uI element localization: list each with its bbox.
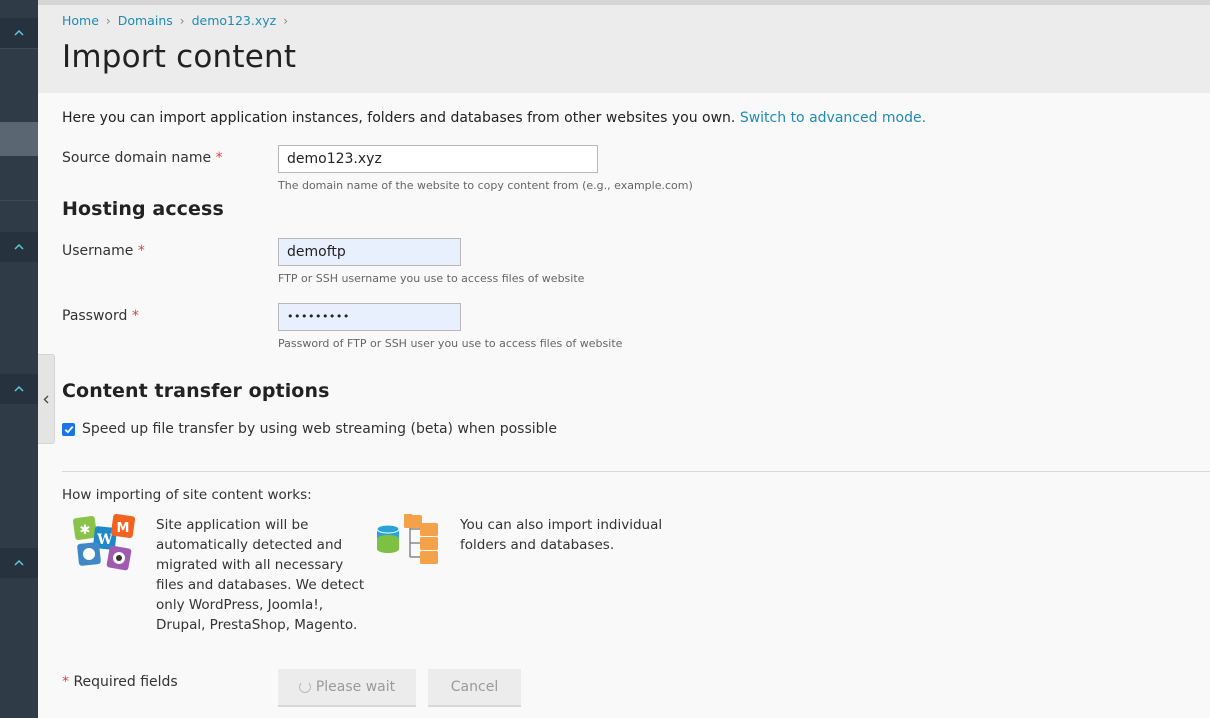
username-hint: FTP or SSH username you use to access fi…	[278, 272, 585, 285]
breadcrumb-domains[interactable]: Domains	[118, 13, 173, 28]
cancel-button[interactable]: Cancel	[428, 669, 521, 707]
rail-divider	[0, 200, 38, 201]
hosting-access-heading: Hosting access	[62, 198, 224, 220]
password-input[interactable]: •••••••••	[278, 303, 461, 331]
password-label: Password *	[62, 308, 139, 324]
required-fields-note: * Required fields	[62, 674, 178, 690]
advanced-mode-link[interactable]: Switch to advanced mode.	[740, 110, 926, 126]
left-nav-rail	[0, 0, 38, 718]
checkmark-icon	[64, 426, 73, 434]
nav-item-selected[interactable]	[0, 122, 38, 156]
collapse-section-button[interactable]	[0, 374, 38, 404]
required-asterisk: *	[215, 150, 223, 166]
password-hint: Password of FTP or SSH user you use to a…	[278, 337, 623, 350]
source-domain-hint: The domain name of the website to copy c…	[278, 179, 693, 192]
cms-apps-icon: ✱ W M	[72, 513, 136, 571]
chevron-right-icon: ›	[283, 13, 289, 28]
collapse-section-button[interactable]	[0, 548, 38, 578]
chevron-right-icon: ›	[105, 13, 111, 28]
spinner-icon	[298, 681, 311, 693]
source-domain-label: Source domain name *	[62, 150, 223, 166]
apps-description: Site application will be automatically d…	[156, 517, 365, 633]
breadcrumb-home[interactable]: Home	[62, 13, 99, 28]
page-title: Import content	[62, 39, 297, 75]
chevron-right-icon: ›	[179, 13, 185, 28]
chevron-up-icon	[14, 385, 24, 392]
page-header: Home › Domains › demo123.xyz › Import co…	[38, 0, 1210, 93]
username-input[interactable]: demoftp	[278, 238, 461, 266]
required-asterisk: *	[62, 674, 69, 690]
folders-databases-icon	[376, 514, 438, 564]
intro-text: Here you can import application instance…	[62, 110, 926, 126]
intro-description: Here you can import application instance…	[62, 110, 736, 126]
collapse-section-button[interactable]	[0, 232, 38, 262]
breadcrumb: Home › Domains › demo123.xyz ›	[62, 13, 295, 28]
rail-divider	[0, 48, 38, 49]
chevron-left-icon	[43, 395, 49, 403]
streaming-checkbox-label[interactable]: Speed up file transfer by using web stre…	[82, 421, 557, 437]
required-asterisk: *	[131, 308, 139, 324]
how-it-works-title: How importing of site content works:	[62, 487, 312, 503]
svg-text:✱: ✱	[80, 523, 91, 538]
sidebar-collapse-handle[interactable]	[38, 354, 55, 444]
chevron-up-icon	[14, 559, 24, 566]
svg-text:M: M	[117, 521, 130, 536]
section-divider	[62, 471, 1210, 472]
collapse-section-button[interactable]	[0, 18, 38, 48]
username-label: Username *	[62, 243, 145, 259]
breadcrumb-domain[interactable]: demo123.xyz	[192, 13, 277, 28]
required-asterisk: *	[137, 243, 145, 259]
transfer-options-heading: Content transfer options	[62, 380, 330, 402]
source-domain-input[interactable]: demo123.xyz	[278, 145, 598, 173]
chevron-up-icon	[14, 29, 24, 36]
folders-description: You can also import individual folders a…	[460, 517, 663, 553]
chevron-up-icon	[14, 243, 24, 250]
please-wait-button[interactable]: Please wait	[278, 669, 416, 707]
streaming-checkbox[interactable]	[62, 423, 75, 436]
